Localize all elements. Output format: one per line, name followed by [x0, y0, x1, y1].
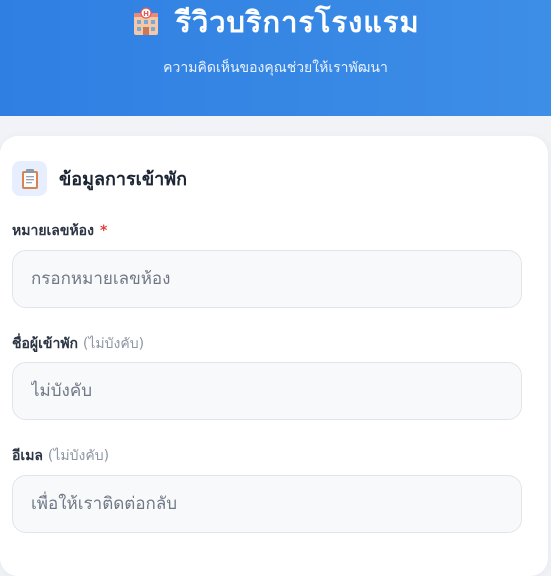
- optional-note: (ไม่บังคับ): [47, 448, 110, 464]
- guest-name-label: ชื่อผู้เข้าพัก (ไม่บังคับ): [12, 333, 144, 355]
- email-label-text: อีเมล: [12, 448, 44, 464]
- room-number-label-text: หมายเลขห้อง: [12, 223, 94, 239]
- page-subtitle: ความคิดเห็นของคุณช่วยให้เราพัฒนา: [163, 60, 388, 76]
- svg-text:H: H: [143, 10, 149, 18]
- guest-name-label-text: ชื่อผู้เข้าพัก: [12, 336, 79, 352]
- section-title: ข้อมูลการเข้าพัก: [59, 169, 188, 190]
- guest-name-input[interactable]: [12, 362, 522, 420]
- required-mark: *: [99, 223, 108, 239]
- header-title-row: H รีวิวบริการโรงแรม: [0, 2, 551, 42]
- hotel-icon: H: [131, 7, 161, 37]
- clipboard-icon: [12, 161, 47, 196]
- section-header: ข้อมูลการเข้าพัก: [12, 161, 187, 196]
- page-title: รีวิวบริการโรงแรม: [175, 5, 420, 39]
- page-header: H รีวิวบริการโรงแรม ความคิดเห็นของคุณช่ว…: [0, 0, 551, 116]
- email-label: อีเมล (ไม่บังคับ): [12, 445, 109, 467]
- form-card: ข้อมูลการเข้าพัก หมายเลขห้อง * ชื่อผู้เข้…: [0, 136, 548, 576]
- email-input[interactable]: [12, 475, 522, 533]
- room-number-label: หมายเลขห้อง *: [12, 220, 107, 242]
- optional-note: (ไม่บังคับ): [82, 336, 145, 352]
- room-number-input[interactable]: [12, 250, 522, 308]
